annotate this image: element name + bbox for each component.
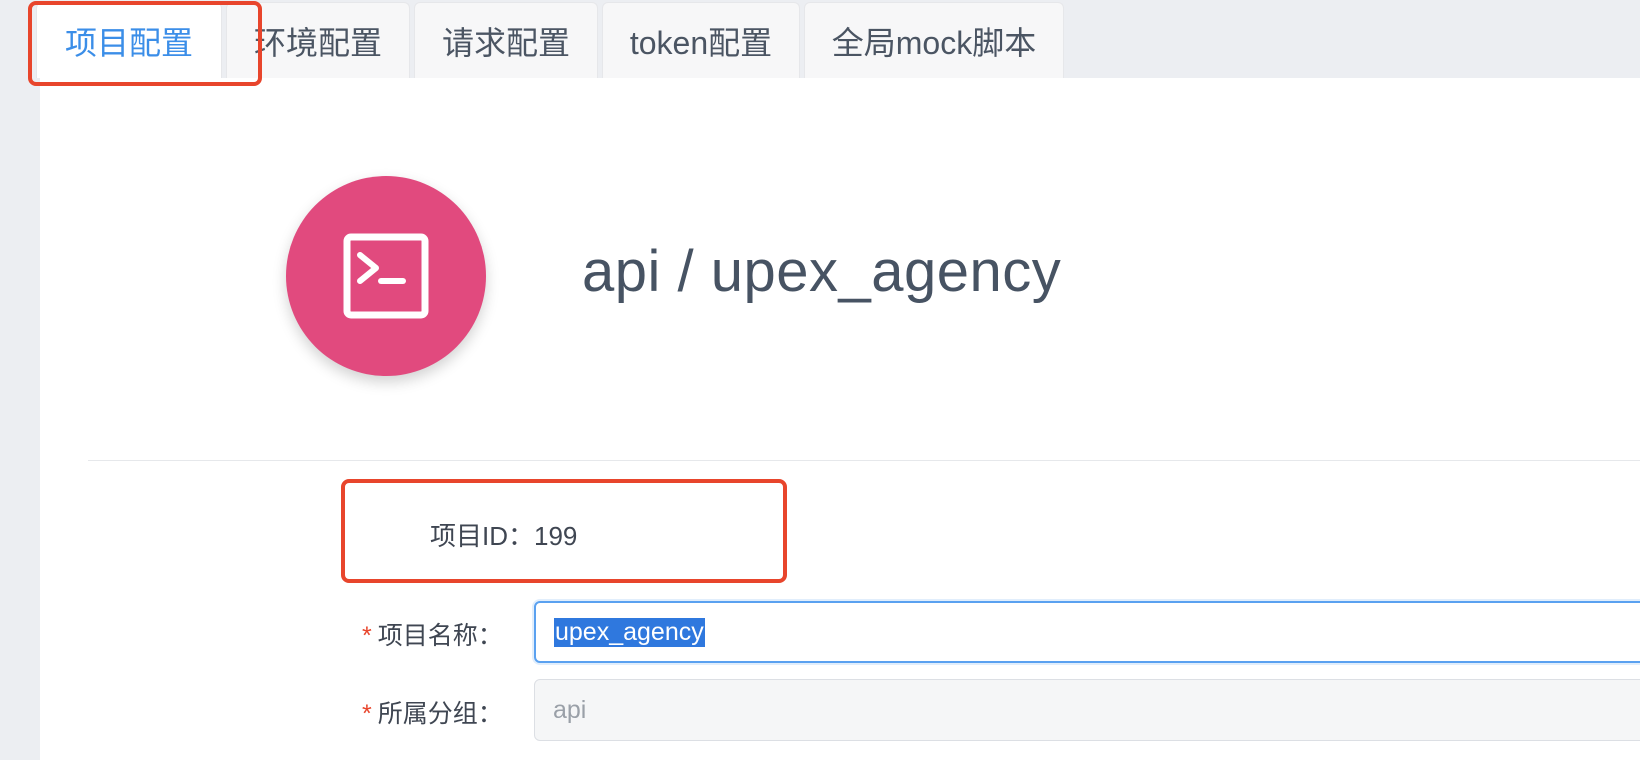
required-marker: *: [362, 700, 372, 728]
section-divider: [88, 460, 1640, 461]
tab-project-config-label: 项目配置: [64, 24, 193, 61]
project-id-value: 199: [534, 521, 578, 551]
tab-request-config[interactable]: 请求配置: [414, 2, 598, 78]
project-settings-page: 项目配置 环境配置 请求配置 token配置 全局mock脚本 api / up…: [0, 0, 1640, 760]
project-id-row: 项目ID：199: [430, 516, 577, 553]
project-name-label-row: * 项目名称：: [362, 616, 503, 652]
terminal-icon: [343, 233, 429, 319]
tab-env-config[interactable]: 环境配置: [226, 2, 410, 78]
project-id-label: 项目ID：: [430, 521, 535, 551]
tab-token-config[interactable]: token配置: [602, 2, 800, 78]
project-group-select[interactable]: api: [534, 679, 1640, 741]
project-name-input[interactable]: upex_agency: [534, 601, 1640, 663]
project-group-label: 所属分组：: [377, 700, 503, 728]
tab-request-config-label: 请求配置: [441, 24, 570, 61]
tab-global-mock-script-label: 全局mock脚本: [831, 24, 1037, 61]
tab-token-config-label: token配置: [629, 24, 773, 61]
project-group-value: api: [553, 695, 587, 724]
project-logo[interactable]: [286, 176, 486, 376]
settings-tab-bar: 项目配置 环境配置 请求配置 token配置 全局mock脚本: [0, 0, 1640, 86]
required-marker: *: [362, 622, 372, 650]
project-name-value: upex_agency: [554, 617, 705, 647]
project-name-label: 项目名称：: [377, 622, 503, 650]
tab-global-mock-script[interactable]: 全局mock脚本: [804, 2, 1064, 78]
project-title: api / upex_agency: [582, 239, 1062, 304]
tab-project-config[interactable]: 项目配置: [36, 2, 222, 78]
project-group-label-row: * 所属分组：: [362, 694, 503, 730]
tab-env-config-label: 环境配置: [253, 24, 382, 61]
project-config-panel: api / upex_agency 项目ID：199 * 项目名称： upex_a…: [40, 78, 1640, 760]
